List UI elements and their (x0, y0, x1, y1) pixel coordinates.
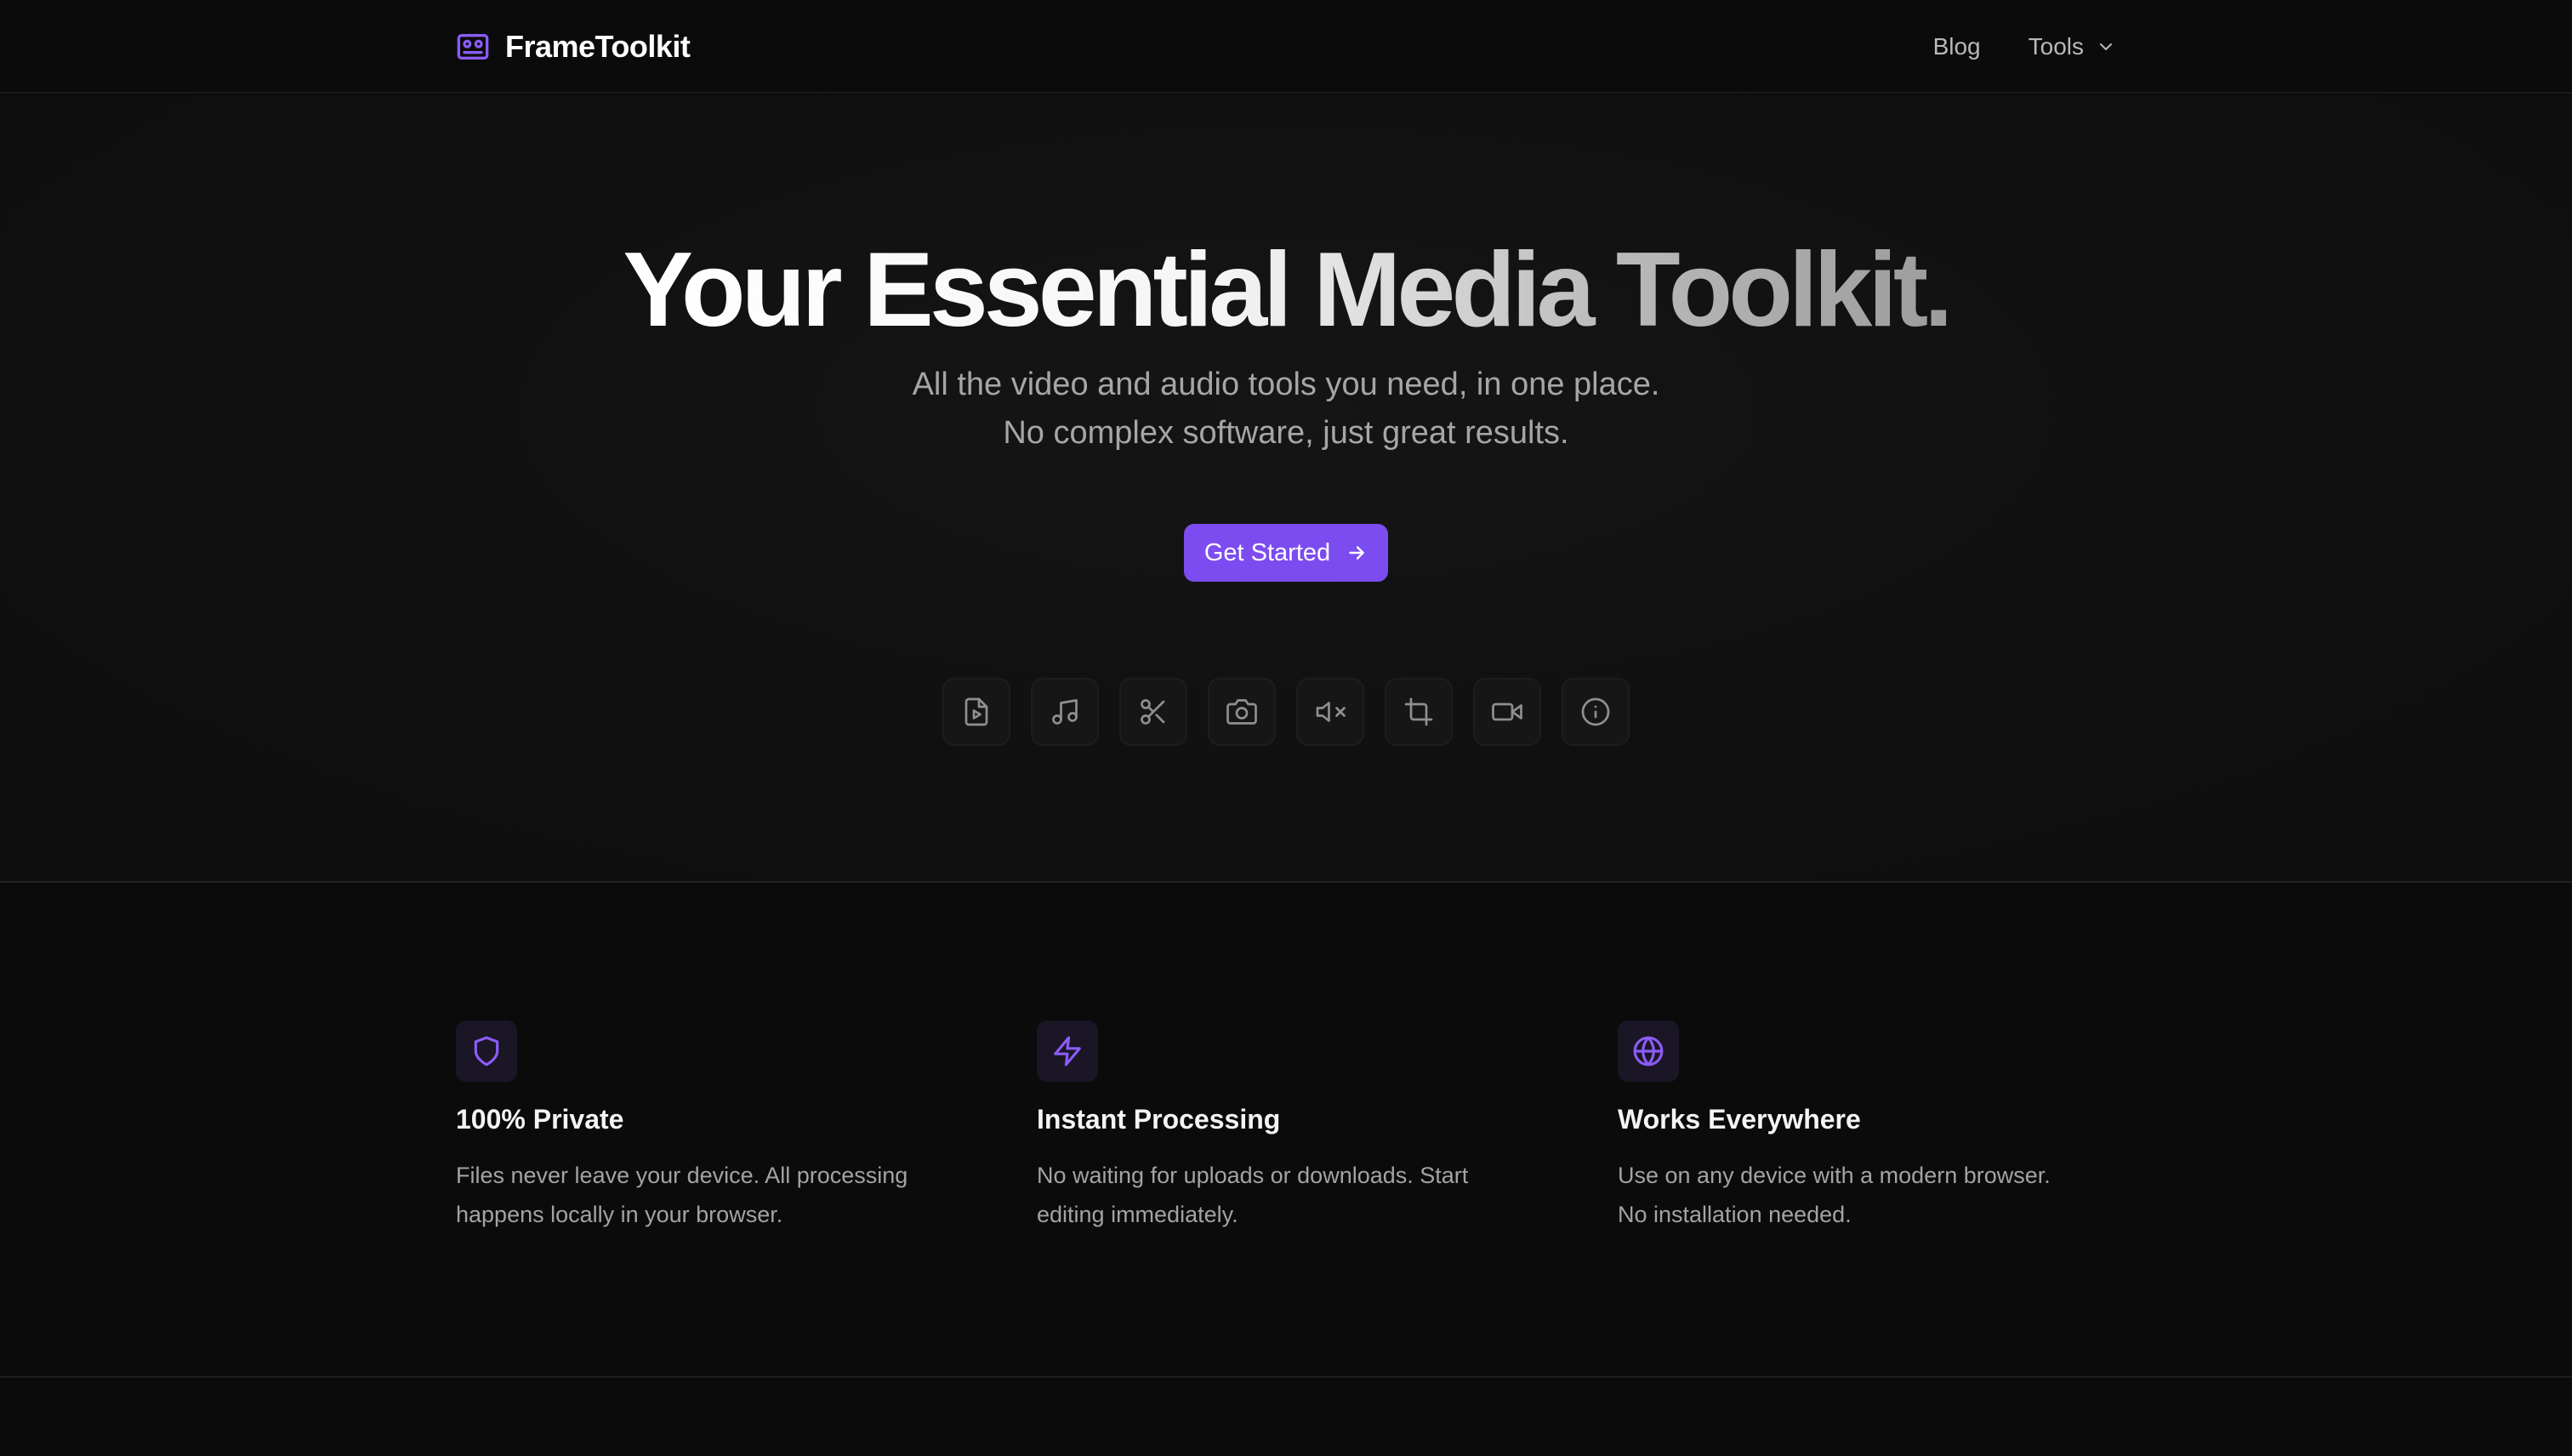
tool-info-button[interactable] (1562, 678, 1630, 746)
feature-description-line-2: happens locally in your browser. (456, 1202, 783, 1227)
video-file-icon (964, 697, 988, 726)
feature-card-instant: Instant Processing No waiting for upload… (1037, 1021, 1547, 1234)
feature-description-line-1: Files never leave your device. All proce… (456, 1163, 908, 1188)
music-note-icon (1052, 699, 1078, 725)
film-reel-icon (456, 30, 490, 64)
crop-icon (1404, 697, 1433, 726)
camera-icon (1226, 699, 1257, 725)
tool-record-button[interactable] (1473, 678, 1541, 746)
feature-description-line-1: Use on any device with a modern browser. (1618, 1163, 2051, 1188)
tool-mute-button[interactable] (1296, 678, 1364, 746)
feature-icon-badge (1618, 1021, 1679, 1082)
feature-title: Works Everywhere (1618, 1104, 1861, 1135)
info-icon (1581, 697, 1610, 726)
hero-subtitle: All the video and audio tools you need, … (0, 361, 2572, 458)
video-camera-icon (1492, 702, 1522, 721)
hero-section: Your Essential Media Toolkit. All the vi… (0, 95, 2572, 883)
page: FrameToolkit Blog Tools Your Essential M… (0, 0, 2572, 1456)
hero-title-wrap: Your Essential Media Toolkit. (0, 230, 2572, 351)
feature-title: 100% Private (456, 1104, 624, 1135)
get-started-label: Get Started (1203, 538, 1331, 566)
tool-shortcuts (942, 678, 1630, 746)
feature-icon-badge (1037, 1021, 1098, 1082)
feature-card-private: 100% Private Files never leave your devi… (456, 1021, 966, 1234)
brand-logo-link[interactable]: FrameToolkit (456, 26, 691, 68)
footer-band (0, 1379, 2572, 1456)
feature-title: Instant Processing (1037, 1104, 1281, 1135)
feature-description: No waiting for uploads or downloads. Sta… (1037, 1156, 1547, 1234)
hero-subtitle-line-1: All the video and audio tools you need, … (912, 367, 1660, 402)
nav-blog-link[interactable]: Blog (1933, 33, 1981, 60)
hero-title: Your Essential Media Toolkit. (623, 230, 1953, 351)
globe-icon (1633, 1036, 1664, 1066)
tool-crop-button[interactable] (1385, 678, 1453, 746)
feature-card-everywhere: Works Everywhere Use on any device with … (1618, 1021, 2128, 1234)
chevron-down-icon (2100, 43, 2112, 50)
feature-description: Use on any device with a modern browser.… (1618, 1156, 2128, 1234)
nav-tools-label: Tools (2028, 33, 2084, 60)
arrow-right-icon (1349, 546, 1364, 560)
shield-icon (474, 1036, 499, 1066)
feature-description-line-2: editing immediately. (1037, 1202, 1238, 1227)
tool-audio-button[interactable] (1031, 678, 1099, 746)
features-section: 100% Private Files never leave your devi… (0, 884, 2572, 1378)
main-nav: Blog Tools (1933, 26, 2116, 68)
tool-video-file-button[interactable] (942, 678, 1010, 746)
get-started-button[interactable]: Get Started (1184, 524, 1388, 582)
tool-screenshot-button[interactable] (1208, 678, 1276, 746)
feature-description-line-1: No waiting for uploads or downloads. Sta… (1037, 1163, 1469, 1188)
top-navbar: FrameToolkit Blog Tools (0, 0, 2572, 94)
nav-tools-dropdown[interactable]: Tools (2029, 33, 2116, 60)
brand-name: FrameToolkit (505, 29, 691, 64)
tool-trim-button[interactable] (1119, 678, 1187, 746)
feature-description: Files never leave your device. All proce… (456, 1156, 966, 1234)
scissors-icon (1141, 699, 1165, 725)
mute-icon (1316, 702, 1346, 722)
lightning-icon (1054, 1036, 1081, 1066)
hero-subtitle-line-2: No complex software, just great results. (1003, 415, 1569, 451)
feature-description-line-2: No installation needed. (1618, 1202, 1852, 1227)
feature-icon-badge (456, 1021, 517, 1082)
